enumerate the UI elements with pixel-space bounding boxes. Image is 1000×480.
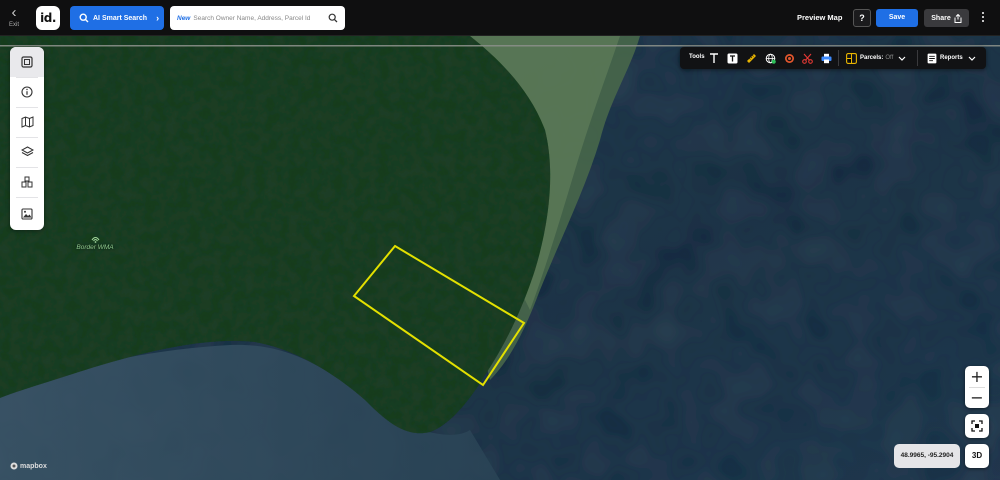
save-button[interactable]: Save xyxy=(876,9,918,27)
share-label: Share xyxy=(931,14,951,22)
share-icon xyxy=(954,13,962,23)
target-icon[interactable] xyxy=(782,51,796,65)
zoom-out-button[interactable]: − xyxy=(965,387,989,408)
sidebar-item-map[interactable] xyxy=(10,107,44,137)
chevron-down-icon xyxy=(968,56,976,61)
parcels-dropdown[interactable]: Parcels: Off xyxy=(846,51,906,65)
search-bar[interactable]: New xyxy=(170,6,345,30)
app-logo[interactable]: id. xyxy=(36,6,60,30)
poi-marker[interactable]: Border WMA xyxy=(75,236,115,251)
reports-label: Reports xyxy=(940,55,963,61)
reports-dropdown[interactable]: Reports xyxy=(927,51,976,65)
ai-smart-search-button[interactable]: AI Smart Search › xyxy=(70,6,164,30)
scissors-icon[interactable] xyxy=(800,51,814,65)
fit-bounds-button[interactable] xyxy=(965,414,989,438)
info-icon xyxy=(21,86,33,98)
3d-view-button[interactable]: 3D xyxy=(965,444,989,468)
new-badge: New xyxy=(177,14,191,22)
parcels-label: Parcels: xyxy=(860,55,884,61)
mapbox-attribution[interactable]: mapbox xyxy=(10,462,47,470)
focus-frame-icon xyxy=(971,420,983,432)
search-input[interactable] xyxy=(193,14,329,22)
tools-toolbar: Tools Parcels: Off Reports xyxy=(680,47,986,69)
exit-label: Exit xyxy=(8,22,19,28)
preview-map-button[interactable]: Preview Map xyxy=(797,13,842,22)
image-icon xyxy=(21,207,33,220)
sidebar-item-layers[interactable] xyxy=(10,137,44,167)
chevron-right-icon: › xyxy=(156,13,160,23)
top-bar: ‹ Exit id. AI Smart Search › New Preview… xyxy=(0,0,1000,36)
more-options-icon[interactable] xyxy=(978,10,988,26)
chevron-down-icon xyxy=(898,56,906,61)
parcels-value: Off xyxy=(885,55,894,61)
chevron-left-icon: ‹ xyxy=(11,4,17,21)
mapbox-label: mapbox xyxy=(20,462,47,470)
layers-icon xyxy=(20,146,34,157)
sidebar-item-info[interactable] xyxy=(10,77,44,107)
map-icon xyxy=(21,116,33,128)
zoom-control: + − xyxy=(965,366,989,408)
coordinates-readout: 48.9965, -95.2904 xyxy=(894,444,960,468)
poi-label: Border WMA xyxy=(76,244,114,251)
exit-button[interactable]: ‹ Exit xyxy=(5,4,23,30)
sidebar-item-images[interactable] xyxy=(10,197,44,230)
share-button[interactable]: Share xyxy=(924,9,969,27)
globe-add-icon[interactable] xyxy=(763,51,777,65)
ai-smart-search-label: AI Smart Search xyxy=(93,14,148,22)
search-icon[interactable] xyxy=(328,13,338,23)
ruler-icon[interactable] xyxy=(744,51,758,65)
text-tool-icon[interactable] xyxy=(707,51,721,65)
text-box-tool-icon[interactable] xyxy=(725,51,739,65)
tools-label: Tools xyxy=(689,54,705,60)
parcel-panel-icon xyxy=(21,56,33,68)
buildings-icon xyxy=(21,176,33,188)
map-app: ‹ Exit id. AI Smart Search › New Preview… xyxy=(0,0,1000,480)
print-icon[interactable] xyxy=(819,51,833,65)
sidebar-item-parcel-panel[interactable] xyxy=(10,47,44,77)
zoom-in-button[interactable]: + xyxy=(965,366,989,387)
left-sidebar xyxy=(10,47,44,230)
reports-icon xyxy=(927,53,937,63)
search-icon xyxy=(79,13,89,23)
wildlife-area-icon xyxy=(91,236,99,243)
satellite-map[interactable] xyxy=(0,0,1000,480)
sidebar-item-buildings[interactable] xyxy=(10,167,44,197)
mapbox-logo-icon xyxy=(10,462,18,470)
help-button[interactable]: ? xyxy=(853,9,871,27)
parcels-icon xyxy=(846,52,857,64)
